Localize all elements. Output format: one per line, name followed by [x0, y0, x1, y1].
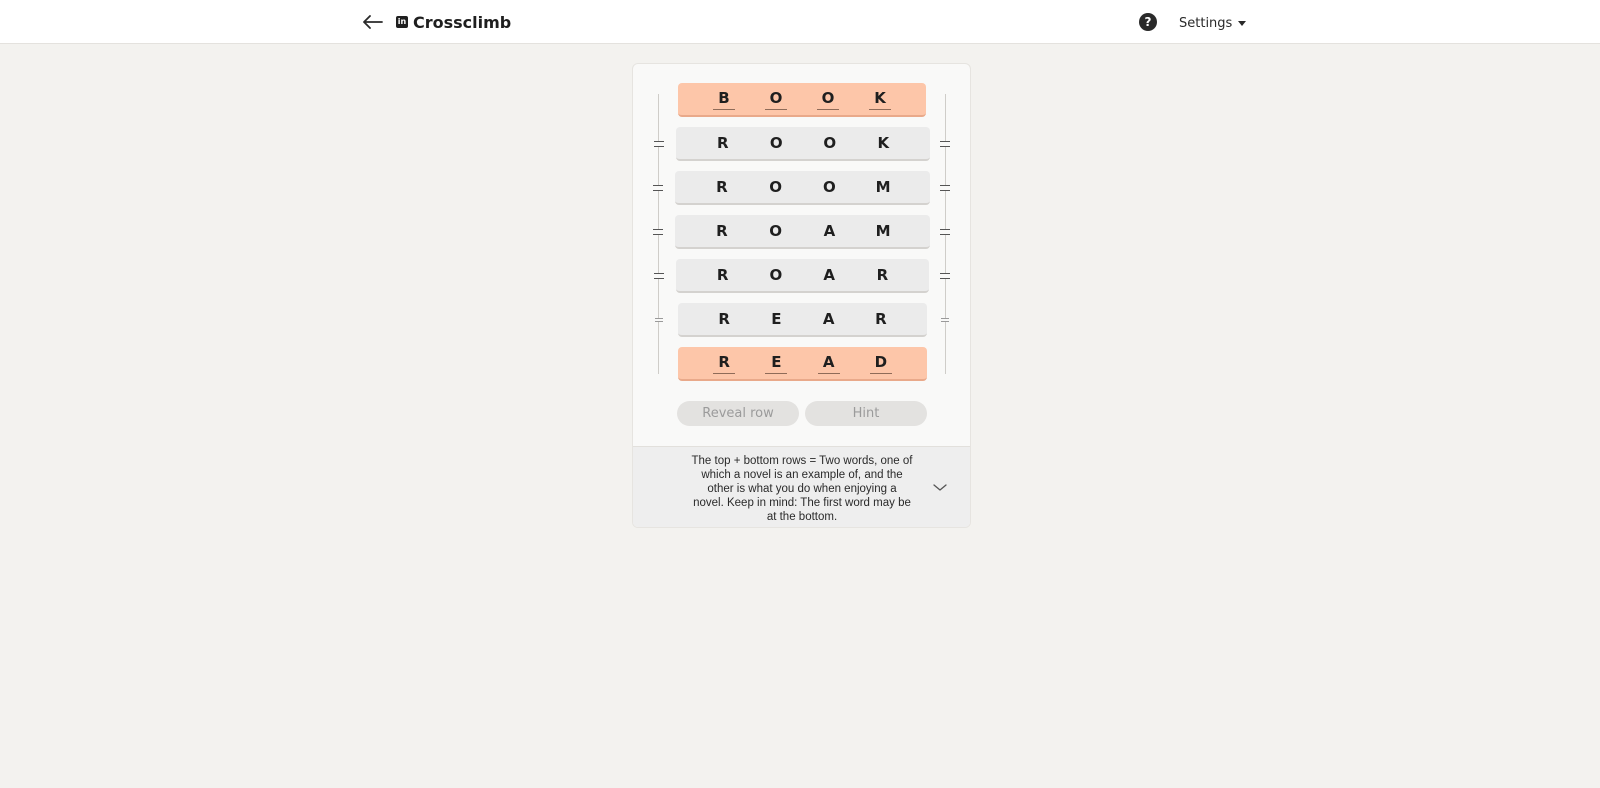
letter-cell: R: [716, 222, 728, 240]
word-row[interactable]: B O O K: [678, 83, 926, 117]
drag-handle-icon[interactable]: [940, 141, 950, 147]
letter-cell: O: [769, 222, 782, 240]
arrow-left-icon: [363, 15, 383, 29]
letter-cell: O: [765, 88, 787, 110]
letter-cell: A: [822, 310, 835, 328]
letter-cell: B: [713, 88, 735, 110]
clue-text: The top + bottom rows = Two words, one o…: [691, 455, 913, 523]
settings-button[interactable]: Settings: [1179, 13, 1247, 33]
drag-handle-icon[interactable]: [941, 318, 949, 322]
letter-cell: E: [765, 352, 788, 374]
word-row[interactable]: R O O M: [675, 171, 930, 205]
letter-cell: R: [875, 310, 887, 328]
drag-handle-icon[interactable]: [654, 141, 664, 147]
word-row[interactable]: R E A R: [678, 303, 927, 337]
word-row[interactable]: R O A R: [676, 259, 929, 293]
letter-cell: A: [817, 352, 840, 374]
letter-cell: O: [769, 266, 783, 284]
letter-cell: M: [875, 178, 891, 196]
settings-label: Settings: [1179, 15, 1233, 31]
letter-cell: A: [823, 266, 835, 284]
drag-handle-icon[interactable]: [940, 273, 950, 279]
question-circle-icon: ?: [1144, 15, 1152, 29]
word-row[interactable]: R O A M: [675, 215, 930, 249]
letter-cell: K: [877, 134, 890, 152]
letter-cell: D: [869, 352, 892, 374]
letter-cell: E: [771, 310, 782, 328]
letter-cell: O: [769, 134, 783, 152]
drag-handle-icon[interactable]: [940, 185, 950, 191]
letter-cell: O: [769, 178, 782, 196]
word-row[interactable]: R O O K: [676, 127, 930, 161]
clue-panel[interactable]: The top + bottom rows = Two words, one o…: [633, 446, 970, 527]
reveal-row-button[interactable]: Reveal row: [677, 401, 799, 426]
game-card: B O O K R O O K R O O M R O A M R O A R …: [632, 63, 971, 528]
back-button[interactable]: [360, 9, 386, 35]
letter-cell: A: [823, 222, 836, 240]
drag-handle-icon[interactable]: [655, 318, 663, 322]
letter-cell: O: [823, 134, 837, 152]
letter-cell: K: [869, 88, 891, 110]
linkedin-logo-icon: in: [396, 16, 408, 28]
help-button[interactable]: ?: [1139, 13, 1157, 31]
letter-cell: O: [822, 178, 836, 196]
letter-cell: R: [716, 134, 729, 152]
clue-toggle-button[interactable]: [933, 477, 949, 493]
caret-down-icon: [1238, 20, 1247, 26]
app-title: Crossclimb: [413, 12, 512, 32]
top-bar: in Crossclimb ? Settings: [0, 0, 1600, 44]
drag-handle-icon[interactable]: [653, 185, 663, 191]
drag-handle-icon[interactable]: [940, 229, 950, 235]
letter-cell: O: [817, 88, 839, 110]
letter-cell: R: [716, 266, 729, 284]
chevron-down-icon: [933, 484, 947, 491]
drag-handle-icon[interactable]: [654, 273, 664, 279]
letter-cell: R: [718, 310, 730, 328]
letter-cell: R: [716, 178, 728, 196]
letter-cell: R: [876, 266, 889, 284]
word-row[interactable]: R E A D: [678, 347, 927, 381]
drag-handle-icon[interactable]: [653, 229, 663, 235]
hint-button[interactable]: Hint: [805, 401, 927, 426]
app-header: in Crossclimb: [396, 11, 511, 33]
letter-cell: R: [713, 352, 736, 374]
letter-cell: M: [875, 222, 891, 240]
